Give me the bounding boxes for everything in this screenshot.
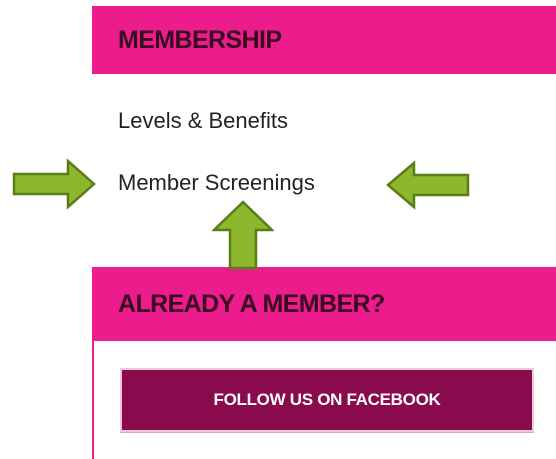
member-screenings-link[interactable]: Member Screenings — [118, 170, 315, 196]
membership-header: MEMBERSHIP — [92, 6, 556, 74]
follow-facebook-label: FOLLOW US ON FACEBOOK — [213, 390, 441, 409]
already-member-title: ALREADY A MEMBER? — [118, 289, 385, 318]
follow-facebook-button[interactable]: FOLLOW US ON FACEBOOK — [120, 368, 534, 432]
membership-title: MEMBERSHIP — [118, 25, 282, 54]
arrow-left-icon — [386, 160, 470, 210]
arrow-up-icon — [212, 200, 274, 270]
arrow-right-icon — [12, 158, 96, 210]
membership-sidebar: MEMBERSHIP Levels & Benefits Member Scre… — [0, 0, 556, 459]
levels-benefits-link[interactable]: Levels & Benefits — [118, 108, 288, 134]
already-member-header: ALREADY A MEMBER? — [92, 267, 556, 341]
